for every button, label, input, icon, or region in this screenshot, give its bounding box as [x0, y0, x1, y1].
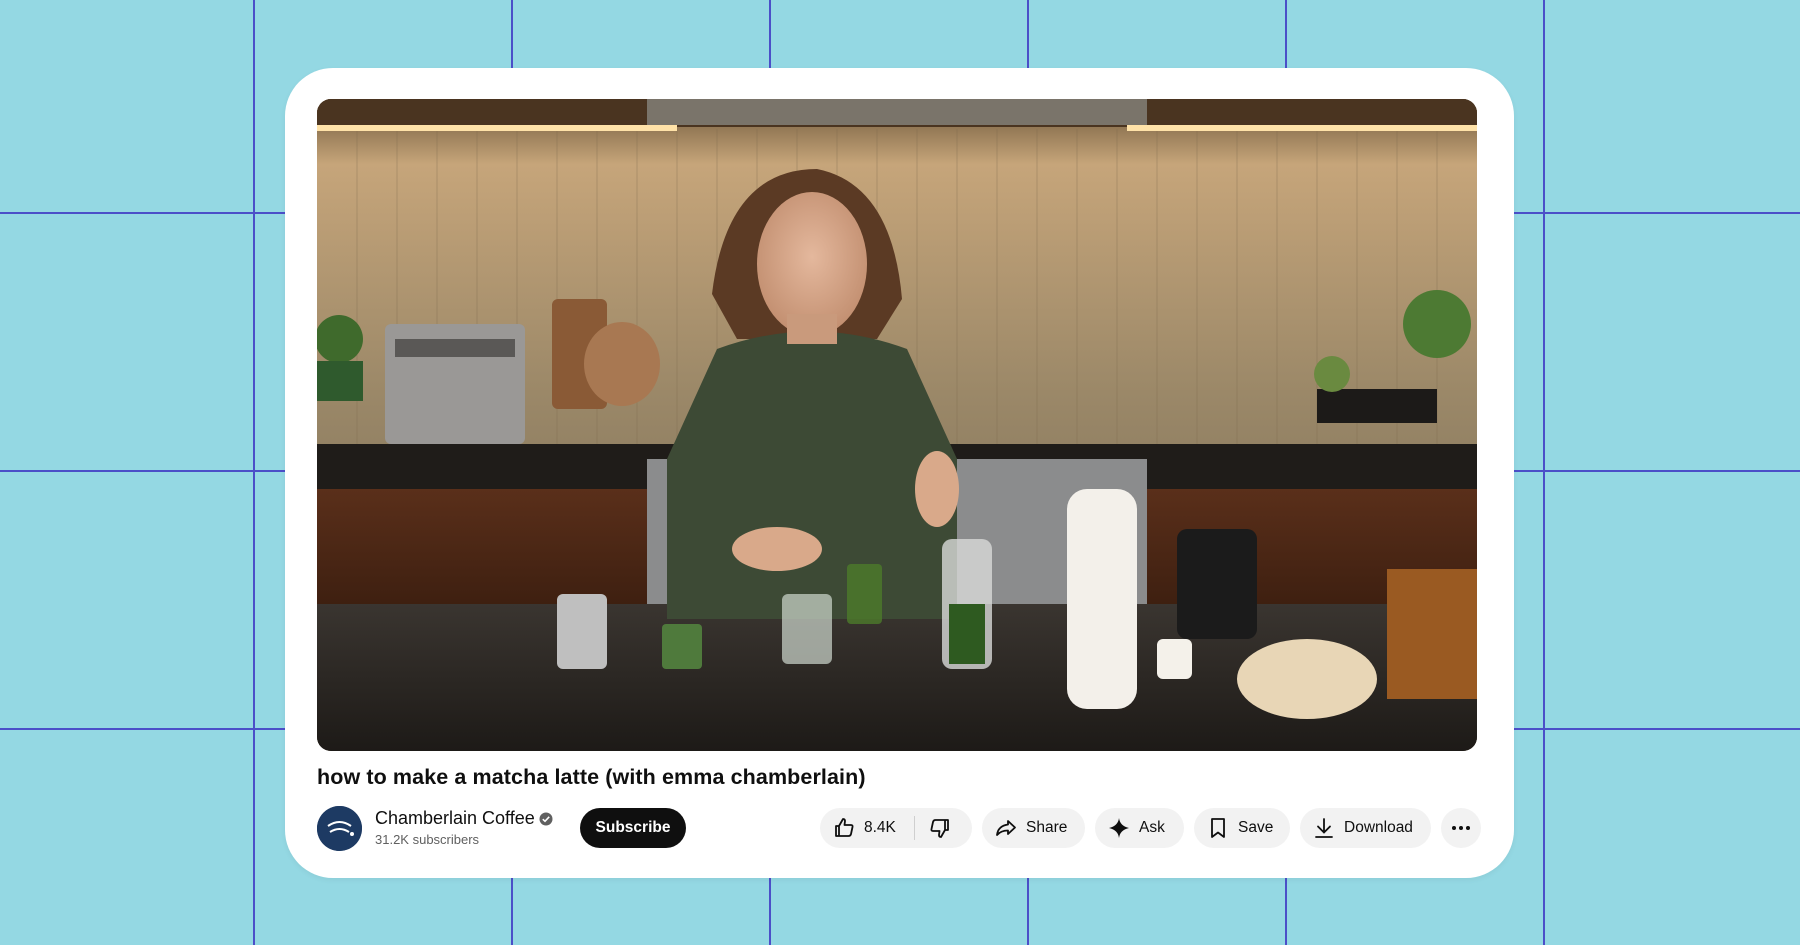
thumbs-up-icon — [832, 816, 856, 840]
channel-row: Chamberlain Coffee 31.2K subscribers Sub… — [317, 805, 1481, 853]
like-count: 8.4K — [864, 819, 896, 836]
channel-avatar[interactable] — [317, 806, 362, 851]
ask-button[interactable]: Ask — [1095, 808, 1184, 848]
video-title: how to make a matcha latte (with emma ch… — [317, 765, 866, 789]
channel-name[interactable]: Chamberlain Coffee — [375, 808, 535, 829]
more-actions-button[interactable] — [1441, 808, 1481, 848]
video-card: how to make a matcha latte (with emma ch… — [285, 68, 1514, 878]
share-icon — [994, 816, 1018, 840]
share-button[interactable]: Share — [982, 808, 1085, 848]
video-player[interactable] — [317, 99, 1477, 751]
divider — [914, 816, 915, 840]
verified-check-icon — [539, 812, 553, 826]
chamberlain-logo-icon — [317, 806, 362, 851]
download-button[interactable]: Download — [1300, 808, 1431, 848]
download-icon — [1312, 816, 1336, 840]
download-label: Download — [1344, 819, 1413, 836]
subscribe-button[interactable]: Subscribe — [580, 808, 686, 848]
save-button[interactable]: Save — [1194, 808, 1290, 848]
ask-label: Ask — [1139, 819, 1165, 836]
video-frame — [317, 99, 1477, 751]
subscriber-count: 31.2K subscribers — [375, 832, 480, 847]
bookmark-icon — [1206, 816, 1230, 840]
dislike-button[interactable] — [928, 816, 952, 840]
like-button[interactable]: 8.4K — [832, 816, 896, 840]
grid-line — [253, 0, 255, 945]
sparkle-icon — [1107, 816, 1131, 840]
grid-line — [1543, 0, 1545, 945]
like-dislike-group: 8.4K — [820, 808, 972, 848]
more-horizontal-icon — [1449, 816, 1473, 840]
share-label: Share — [1026, 819, 1068, 836]
thumbs-down-icon — [928, 816, 952, 840]
save-label: Save — [1238, 819, 1274, 836]
